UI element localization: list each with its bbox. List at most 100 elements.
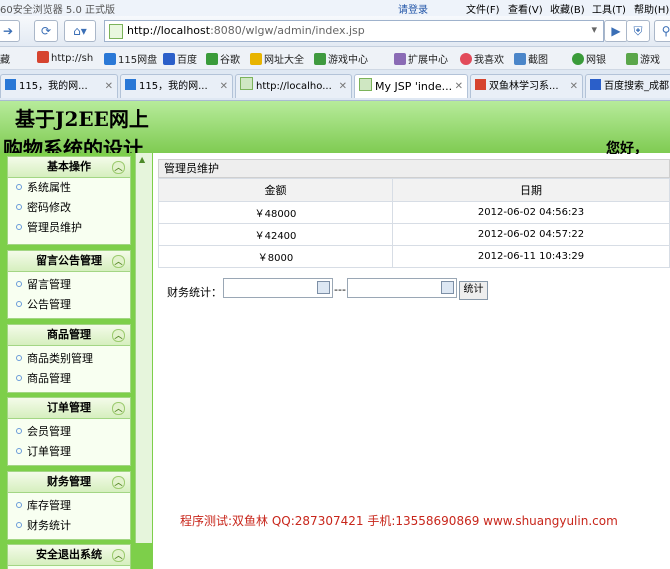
bullet-icon bbox=[16, 281, 22, 287]
bookmark-screenshot[interactable]: 截图 bbox=[514, 51, 548, 66]
search-icon[interactable]: ⚲ bbox=[654, 20, 670, 42]
menu-tools[interactable]: 工具(T) bbox=[592, 1, 626, 16]
panel-header: 管理员维护 bbox=[158, 159, 670, 178]
bookmark-icon bbox=[572, 53, 584, 65]
site-title-line2: 购物系统的设计 bbox=[3, 137, 143, 153]
bookmark-bank[interactable]: 网银 bbox=[572, 51, 606, 66]
menu-favorites[interactable]: 收藏(B) bbox=[550, 1, 585, 16]
close-icon[interactable]: ✕ bbox=[455, 75, 463, 98]
sidebar-item-label: 管理员维护 bbox=[27, 221, 82, 234]
bullet-icon bbox=[16, 204, 22, 210]
bookmark-like[interactable]: 我喜欢 bbox=[460, 51, 504, 66]
login-link[interactable]: 请登录 bbox=[398, 1, 428, 16]
close-icon[interactable]: ✕ bbox=[570, 75, 578, 98]
bookmark-label: 截图 bbox=[528, 55, 548, 66]
heart-icon bbox=[460, 53, 472, 65]
date-cell: 2012-06-02 04:56:23 bbox=[392, 201, 670, 224]
close-icon[interactable]: ✕ bbox=[105, 75, 113, 98]
sidebar-item-label: 公告管理 bbox=[27, 298, 71, 311]
table-header-row: 金额 日期 bbox=[158, 178, 670, 202]
collapse-icon[interactable]: ︿ bbox=[112, 329, 125, 342]
tab-icon bbox=[240, 77, 253, 90]
section-header[interactable]: 财务管理 ︿ bbox=[8, 472, 130, 493]
bookmark-sites[interactable]: 网址大全 bbox=[250, 51, 304, 66]
bookmark-label: 百度 bbox=[177, 55, 197, 66]
bookmark-extensions[interactable]: 扩展中心 bbox=[394, 51, 448, 66]
collapse-icon[interactable]: ︿ bbox=[112, 255, 125, 268]
dropdown-icon[interactable]: ▾ bbox=[591, 23, 597, 36]
tab-localhost[interactable]: http://localho... ✕ bbox=[235, 74, 352, 98]
tab-icon bbox=[5, 79, 16, 90]
bullet-icon bbox=[16, 184, 22, 190]
bookmark-icon bbox=[626, 53, 638, 65]
browser-title: 60安全浏览器 5.0 正式版 bbox=[0, 5, 115, 16]
sidebar-item-order-management[interactable]: 订单管理 bbox=[8, 442, 130, 462]
amount-cell: ￥42400 bbox=[158, 223, 393, 246]
section-header[interactable]: 基本操作 ︿ bbox=[8, 157, 130, 178]
table-row: ￥42400 2012-06-02 04:57:22 bbox=[158, 223, 670, 246]
tab-baidu[interactable]: 百度搜索_成都 bbox=[585, 74, 670, 98]
section-header[interactable]: 安全退出系统 ︿ bbox=[8, 545, 130, 566]
sidebar-item-notice-management[interactable]: 公告管理 bbox=[8, 295, 130, 315]
menu-view[interactable]: 查看(V) bbox=[508, 1, 543, 16]
tab-icon bbox=[590, 79, 601, 90]
tab-115-2[interactable]: 115，我的网... ✕ bbox=[120, 74, 233, 98]
sidebar-item-label: 会员管理 bbox=[27, 425, 71, 438]
section-header[interactable]: 留言公告管理 ︿ bbox=[8, 251, 130, 272]
collapse-icon[interactable]: ︿ bbox=[112, 476, 125, 489]
tab-115-1[interactable]: 115，我的网... ✕ bbox=[0, 74, 118, 98]
sidebar-item-message-management[interactable]: 留言管理 bbox=[8, 275, 130, 295]
bookmark-sh[interactable]: http://sh bbox=[37, 51, 93, 64]
forward-button[interactable]: ➔ bbox=[0, 20, 20, 42]
sidebar-item-finance-statistics[interactable]: 财务统计 bbox=[8, 516, 130, 536]
collapse-icon[interactable]: ︿ bbox=[112, 402, 125, 415]
bullet-icon bbox=[16, 375, 22, 381]
sidebar-item-member-management[interactable]: 会员管理 bbox=[8, 422, 130, 442]
bookmark-game[interactable]: 游戏 bbox=[626, 51, 660, 66]
refresh-icon[interactable]: ⟳ bbox=[34, 20, 58, 42]
bookmark-115[interactable]: 115网盘 bbox=[104, 51, 157, 66]
sidebar-scrollbar[interactable]: ▲ bbox=[135, 153, 152, 543]
bookmark-label: 游戏 bbox=[640, 55, 660, 66]
collapse-icon[interactable]: ︿ bbox=[112, 161, 125, 174]
shield-icon[interactable]: ⛨ bbox=[626, 20, 650, 42]
bookmark-baidu[interactable]: 百度 bbox=[163, 51, 197, 66]
section-orders: 订单管理 ︿ 会员管理 订单管理 bbox=[7, 397, 131, 466]
scroll-up-icon[interactable]: ▲ bbox=[139, 155, 145, 164]
date-cell: 2012-06-11 10:43:29 bbox=[392, 245, 670, 268]
menu-help[interactable]: 帮助(H) bbox=[634, 1, 669, 16]
section-header[interactable]: 商品管理 ︿ bbox=[8, 325, 130, 346]
collapse-icon[interactable]: ︿ bbox=[112, 549, 125, 562]
section-header[interactable]: 订单管理 ︿ bbox=[8, 398, 130, 419]
end-date-input[interactable] bbox=[347, 278, 457, 298]
sidebar-item-system-properties[interactable]: 系统属性 bbox=[8, 178, 130, 198]
calendar-icon[interactable] bbox=[441, 281, 454, 294]
close-icon[interactable]: ✕ bbox=[339, 75, 347, 98]
amount-cell: ￥48000 bbox=[158, 201, 393, 224]
bookmark-favorites[interactable]: 藏 bbox=[0, 51, 10, 66]
statistics-button[interactable]: 统计 bbox=[459, 281, 488, 300]
sidebar-item-inventory-management[interactable]: 库存管理 bbox=[8, 496, 130, 516]
calendar-icon[interactable] bbox=[317, 281, 330, 294]
tab-label: 115，我的网... bbox=[139, 81, 208, 92]
sidebar-item-admin-maintenance[interactable]: 管理员维护 bbox=[8, 218, 130, 238]
tab-myjsp[interactable]: My JSP 'inde... ✕ bbox=[354, 74, 468, 98]
start-date-input[interactable] bbox=[223, 278, 333, 298]
section-basic: 基本操作 ︿ 系统属性 密码修改 管理员维护 bbox=[7, 156, 131, 245]
sidebar-item-category-management[interactable]: 商品类别管理 bbox=[8, 349, 130, 369]
date-cell: 2012-06-02 04:57:22 bbox=[392, 223, 670, 246]
menu-file[interactable]: 文件(F) bbox=[466, 1, 500, 16]
tab-shuangyulin[interactable]: 双鱼林学习系... ✕ bbox=[470, 74, 583, 98]
address-bar[interactable]: http://localhost:8080/wlgw/admin/index.j… bbox=[104, 20, 604, 42]
bookmark-icon bbox=[104, 53, 116, 65]
sidebar-item-product-management[interactable]: 商品管理 bbox=[8, 369, 130, 389]
bookmarks-bar: 藏 http://sh 115网盘 百度 谷歌 网址大全 游戏中心 扩展中心 我… bbox=[0, 47, 670, 70]
section-messages: 留言公告管理 ︿ 留言管理 公告管理 bbox=[7, 250, 131, 319]
bookmark-games[interactable]: 游戏中心 bbox=[314, 51, 368, 66]
close-icon[interactable]: ✕ bbox=[220, 75, 228, 98]
url-path: :8080/wlgw/admin/index.jsp bbox=[210, 24, 365, 37]
sidebar-item-change-password[interactable]: 密码修改 bbox=[8, 198, 130, 218]
go-icon[interactable]: ▶ bbox=[604, 20, 628, 42]
home-icon[interactable]: ⌂▾ bbox=[64, 20, 96, 42]
bookmark-google[interactable]: 谷歌 bbox=[206, 51, 240, 66]
